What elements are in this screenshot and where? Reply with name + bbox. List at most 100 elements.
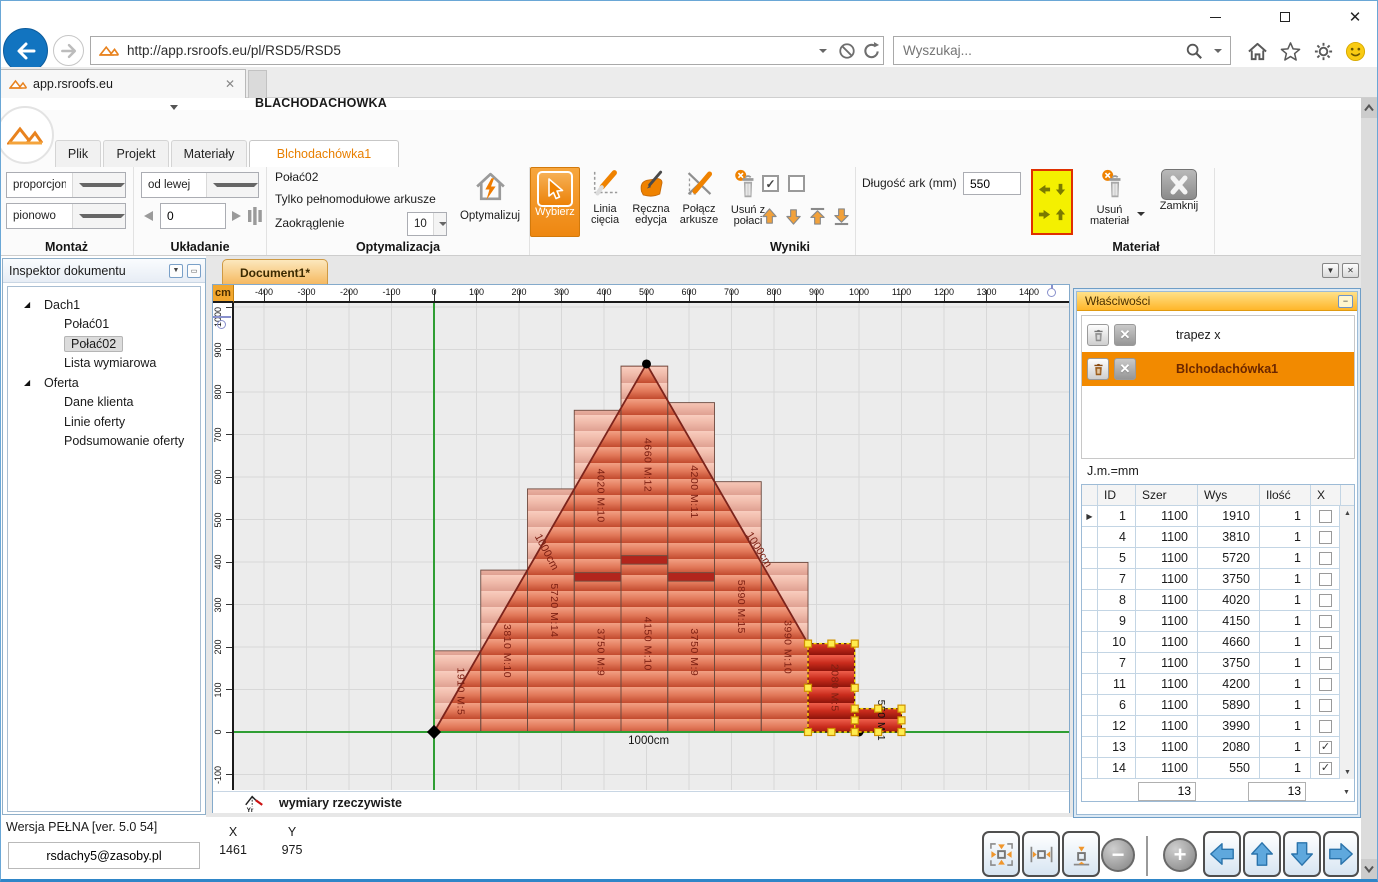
scroll-down-icon[interactable]: ▼ xyxy=(1340,765,1355,779)
zoom-out-button[interactable]: − xyxy=(1101,838,1135,872)
tree-item-label[interactable]: Połać02 xyxy=(64,336,123,352)
layout-align-dropdown[interactable]: od lewej xyxy=(141,172,259,198)
cut-line-button[interactable]: Linia cięcia xyxy=(583,167,627,237)
selection-handle[interactable] xyxy=(828,729,835,736)
table-row[interactable]: 9110041501 xyxy=(1082,611,1354,632)
selection-handle[interactable] xyxy=(805,729,812,736)
minimize-button[interactable] xyxy=(1200,6,1230,28)
favorites-button[interactable] xyxy=(1278,39,1302,63)
pan-right-button[interactable] xyxy=(1323,831,1359,877)
close-button[interactable]: ✕ xyxy=(1340,6,1370,28)
move-down-button[interactable] xyxy=(784,207,803,231)
dropdown-button[interactable] xyxy=(72,204,126,228)
search-box[interactable] xyxy=(893,36,1231,65)
table-row[interactable]: 12110039901 xyxy=(1082,716,1354,737)
selection-handle[interactable] xyxy=(875,729,882,736)
remove-material-button[interactable]: Usuń materiał xyxy=(1084,167,1146,237)
row-checkbox[interactable] xyxy=(1319,636,1332,649)
scroll-down-button[interactable] xyxy=(1361,859,1377,879)
row-checkbox[interactable] xyxy=(1319,594,1332,607)
dropdown-button[interactable] xyxy=(433,213,447,235)
zoom-fit-height-button[interactable] xyxy=(1062,831,1100,877)
scroll-up-button[interactable] xyxy=(1361,98,1377,118)
tree-item-label[interactable]: Dane klienta xyxy=(64,395,134,409)
tree-item[interactable]: Linie oferty xyxy=(8,412,200,432)
rounding-dropdown[interactable]: 10 xyxy=(407,212,447,236)
browser-tab[interactable]: app.rsroofs.eu ✕ xyxy=(0,69,246,98)
ruler-unit-box[interactable]: cm xyxy=(213,285,234,303)
feedback-button[interactable] xyxy=(1343,39,1367,63)
column-header[interactable]: ID xyxy=(1098,485,1136,505)
move-to-top-button[interactable] xyxy=(808,207,827,231)
table-row[interactable]: 1411005501✓ xyxy=(1082,758,1354,779)
ribbon-tab-plik[interactable]: Plik xyxy=(55,140,101,167)
column-header[interactable]: Szer xyxy=(1136,485,1198,505)
join-sheets-button[interactable]: Połącz arkusze xyxy=(675,167,723,237)
selection-handle[interactable] xyxy=(851,705,858,712)
ribbon-tab-blachodachowka[interactable]: Blchodachówka1 xyxy=(249,140,399,167)
pan-down-button[interactable] xyxy=(1283,831,1321,877)
tree-item-label[interactable]: Podsumowanie oferty xyxy=(64,434,184,448)
full-modules-label[interactable]: Tylko pełnomodułowe arkusze xyxy=(275,192,436,206)
table-row[interactable]: 7110037501 xyxy=(1082,569,1354,590)
refresh-button[interactable] xyxy=(859,37,883,64)
selection-handle[interactable] xyxy=(898,705,905,712)
material-list-item[interactable]: ✕ trapez x xyxy=(1082,318,1354,352)
pan-left-button[interactable] xyxy=(1203,831,1241,877)
selection-handle[interactable] xyxy=(851,684,858,691)
table-row[interactable]: 11110042001 xyxy=(1082,674,1354,695)
deselect-all-checkbox[interactable] xyxy=(788,175,805,192)
remove-material-button[interactable]: ✕ xyxy=(1114,358,1136,380)
tree-item[interactable]: ◢Dach1 xyxy=(8,295,200,315)
column-header[interactable]: Wys xyxy=(1198,485,1260,505)
move-to-bottom-button[interactable] xyxy=(832,207,851,231)
table-row[interactable]: 7110037501 xyxy=(1082,653,1354,674)
delete-material-button[interactable] xyxy=(1087,324,1109,346)
selection-handle[interactable] xyxy=(851,717,858,724)
tree-item-label[interactable]: Dach1 xyxy=(44,298,80,312)
close-material-button[interactable]: Zamknij xyxy=(1152,167,1206,237)
sheet-length-input[interactable] xyxy=(963,172,1021,195)
search-dropdown-button[interactable] xyxy=(1206,37,1230,64)
selection-handle[interactable] xyxy=(851,729,858,736)
address-bar[interactable]: http://app.rsroofs.eu/pl/RSD5/RSD5 xyxy=(90,36,884,65)
table-row[interactable]: 8110040201 xyxy=(1082,590,1354,611)
ruler-pan-indicator-icon[interactable] xyxy=(1047,288,1056,297)
remove-material-button[interactable]: ✕ xyxy=(1114,324,1136,346)
ruler-pan-indicator-icon[interactable] xyxy=(217,320,226,329)
table-scrollbar[interactable]: ▲ ▼ xyxy=(1339,506,1354,779)
table-row[interactable]: 13110020801✓ xyxy=(1082,737,1354,758)
ribbon-tab-materialy[interactable]: Materiały xyxy=(171,140,247,167)
count-selected-input[interactable] xyxy=(1248,782,1306,801)
column-header[interactable]: Ilość xyxy=(1260,485,1311,505)
delete-material-button[interactable] xyxy=(1087,358,1109,380)
zoom-fit-width-button[interactable] xyxy=(1022,831,1060,877)
ribbon-tab-projekt[interactable]: Projekt xyxy=(103,140,169,167)
row-checkbox[interactable] xyxy=(1319,531,1332,544)
dropdown-button[interactable] xyxy=(206,173,259,197)
address-dropdown-button[interactable] xyxy=(811,37,835,64)
select-all-checkbox[interactable]: ✓ xyxy=(762,175,779,192)
row-checkbox[interactable] xyxy=(1319,720,1332,733)
inspector-minimize-button[interactable]: ▭ xyxy=(187,264,201,278)
row-checkbox[interactable] xyxy=(1319,573,1332,586)
table-row[interactable]: 10110046601 xyxy=(1082,632,1354,653)
material-list-item-selected[interactable]: ✕ Blchodachówka1 xyxy=(1082,352,1354,386)
properties-minimize-button[interactable]: − xyxy=(1338,295,1353,308)
zoom-fit-all-button[interactable] xyxy=(982,831,1020,877)
manual-edit-button[interactable]: Ręczna edycja xyxy=(629,167,673,237)
offset-increase-button[interactable] xyxy=(230,203,246,229)
tab-close-icon[interactable]: ✕ xyxy=(225,77,235,91)
tree-item[interactable]: Podsumowanie oferty xyxy=(8,432,200,452)
pan-up-button[interactable] xyxy=(1243,831,1281,877)
tree-item[interactable]: Połać02 xyxy=(8,334,200,354)
maximize-button[interactable] xyxy=(1270,6,1300,28)
optimize-button[interactable]: Optymalizuj xyxy=(453,167,527,237)
row-checkbox[interactable] xyxy=(1319,657,1332,670)
selection-handle[interactable] xyxy=(875,705,882,712)
tree-item-label[interactable]: Połać01 xyxy=(64,317,109,331)
tree-item-label[interactable]: Lista wymiarowa xyxy=(64,356,156,370)
row-checkbox[interactable] xyxy=(1319,699,1332,712)
home-button[interactable] xyxy=(1245,39,1269,63)
scroll-up-icon[interactable]: ▲ xyxy=(1340,506,1355,520)
